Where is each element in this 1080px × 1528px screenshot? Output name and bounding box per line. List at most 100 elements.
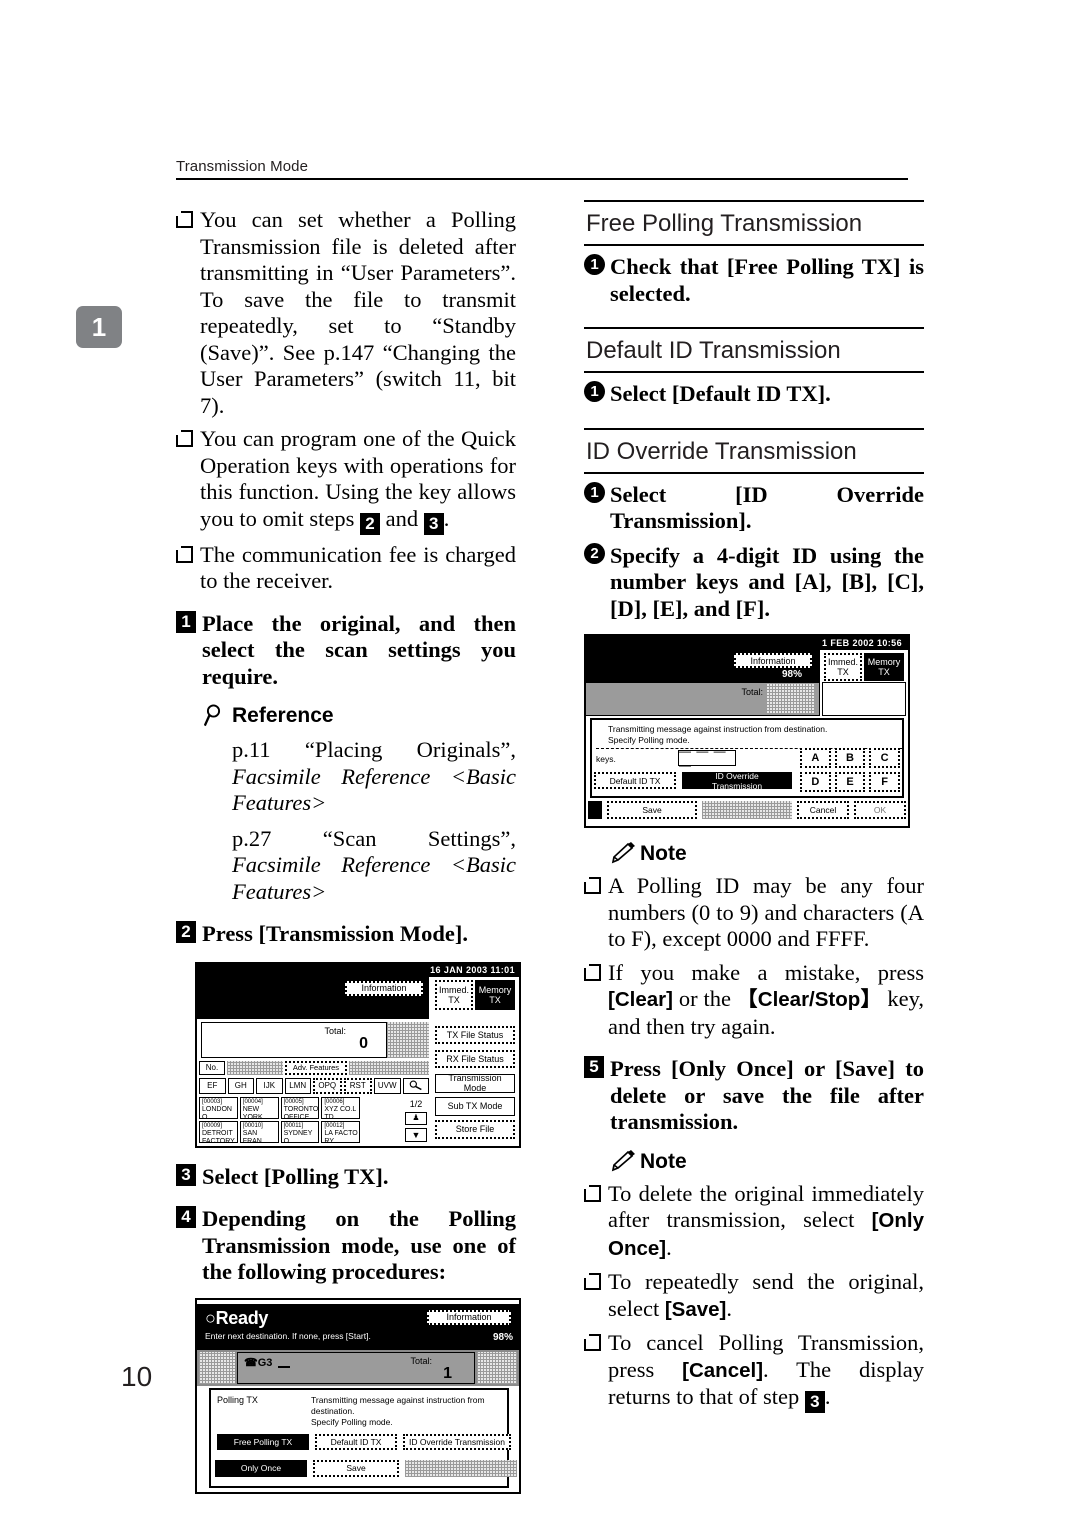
lcd3-hex-key-d[interactable]: D	[800, 772, 831, 792]
note-heading: Note	[610, 842, 924, 866]
reference-entry-italic: Facsimile Reference <Basic Features>	[232, 852, 516, 904]
lcd1-tx-file-status-button[interactable]: TX File Status	[435, 1025, 515, 1044]
key-cancel: [Cancel]	[682, 1358, 764, 1382]
procedure-step-3: 3 Select [Polling TX].	[176, 1163, 516, 1191]
lcd1-total-box: Total: 0	[201, 1021, 387, 1058]
lcd2-destination-box: ☎G3 Total: 1	[237, 1351, 475, 1384]
lcd1-page-indicator: 1/2	[409, 1098, 423, 1109]
bullet-square-icon	[583, 1184, 608, 1267]
lcd1-destination-grid: [00003]LONDON OFFICE [00004]NEW YORKOFFI…	[199, 1096, 401, 1143]
lcd1-alpha-key[interactable]: LMN	[284, 1077, 311, 1094]
lcd2-id-override-transmission-button[interactable]: ID Override Transmission	[403, 1433, 511, 1450]
lcd2-panel-message-line2: Specify Polling mode.	[311, 1416, 393, 1427]
section-rule-bottom	[584, 244, 924, 246]
lcd1-destination-cell[interactable]: [00006] XYZ CO.L TD	[321, 1096, 361, 1119]
lcd3-hex-key-f[interactable]: F	[869, 772, 900, 792]
lcd3-ok-button[interactable]: OK	[854, 801, 906, 819]
note-text-b: or the	[672, 986, 737, 1011]
lcd1-immed-tx-button[interactable]: Immed. TX	[435, 979, 473, 1010]
lcd1-alpha-key[interactable]: RST	[343, 1077, 372, 1094]
pencil-icon	[610, 1149, 640, 1174]
note-text-b: .	[666, 1234, 672, 1260]
bullet-text: The communication fee is charged to the …	[200, 541, 516, 594]
lcd1-person-button[interactable]: ♟	[405, 1111, 427, 1125]
substep-2: 2 Specify a 4-digit ID using the number …	[584, 542, 924, 623]
step-ref-2: 2	[360, 512, 381, 535]
lcd3-cancel-button[interactable]: Cancel	[797, 801, 849, 819]
substep-number-marker: 1	[584, 481, 610, 535]
lcd2-hatch-left	[199, 1351, 235, 1384]
lcd2-polling-panel: Polling TX Transmitting message against …	[209, 1387, 517, 1488]
lcd2-only-once-button[interactable]: Only Once	[215, 1459, 307, 1477]
section-title: Free Polling Transmission	[586, 210, 863, 237]
lcd3-id-input[interactable]: — — — —	[678, 744, 736, 772]
reference-entry: p.11 “Placing Originals”, Facsimile Refe…	[232, 737, 516, 817]
bullet-text: You can program one of the Quick Operati…	[200, 426, 516, 535]
lcd1-destination-cell[interactable]: [00010]SAN FRANCISCO	[239, 1120, 279, 1143]
reference-entry: p.27 “Scan Settings”, Facsimile Referenc…	[232, 826, 516, 906]
lcd2-zoom-pct: 98%	[492, 1331, 513, 1343]
left-column: You can set whether a Polling Transmissi…	[175, 200, 521, 1494]
lcd2-free-polling-tx-button[interactable]: Free Polling TX	[217, 1433, 309, 1450]
lcd2-save-button[interactable]: Save	[313, 1459, 399, 1477]
lcd1-store-file-button[interactable]: Store File	[435, 1119, 515, 1139]
lcd1-alpha-key[interactable]: EF	[199, 1077, 226, 1094]
lcd1-no-button[interactable]: No.	[199, 1060, 225, 1075]
lcd1-alpha-key[interactable]: UVW	[374, 1077, 401, 1094]
lcd2-ready-label: Ready	[215, 1307, 269, 1328]
substep-1: 1 Select [ID Override Transmission].	[584, 481, 924, 535]
lcd3-memory-tx-button[interactable]: Memory TX	[864, 653, 904, 681]
lcd3-hex-key-e[interactable]: E	[834, 772, 866, 792]
lcd1-alpha-key[interactable]: IJK	[256, 1077, 283, 1094]
procedure-step-5: 5 Press [Only Once] or [Save] to delete …	[584, 1056, 924, 1136]
lcd3-default-id-tx-button[interactable]: Default ID TX	[594, 772, 676, 789]
lcd1-rx-file-status-button[interactable]: RX File Status	[435, 1049, 515, 1068]
reference-entry-plain: p.27 “Scan Settings”,	[232, 825, 516, 851]
lcd3-panel-message: Transmitting message against instruction…	[608, 724, 888, 746]
step-text: Press [Only Once] or [Save] to delete or…	[610, 1056, 924, 1134]
lcd1-sub-tx-mode-button[interactable]: Sub TX Mode	[435, 1096, 515, 1116]
lcd2-status-text: ○Ready	[205, 1308, 268, 1329]
lcd2-default-id-tx-button[interactable]: Default ID TX	[315, 1433, 397, 1450]
lcd1-scroll-down-button[interactable]: ▼	[405, 1127, 427, 1142]
lcd-screenshot-id-override: 1 FEB 2002 10:56 Information 98% Immed. …	[584, 634, 910, 828]
lcd1-transmission-mode-button[interactable]: Transmission Mode	[435, 1073, 515, 1093]
lcd1-destination-id: [00006]	[324, 1098, 345, 1105]
section-rule-bottom	[584, 471, 924, 474]
lcd3-id-override-transmission-button[interactable]: ID Override Transmission	[682, 771, 792, 791]
lcd1-information-button[interactable]: Information	[345, 980, 423, 996]
lcd3-right-blank	[822, 682, 906, 716]
lcd1-destination-cell[interactable]: [00009] DETROIT FACTORY	[199, 1120, 238, 1143]
lcd1-search-button[interactable]	[403, 1077, 429, 1094]
lcd2-prompt: Enter next destination. If none, press […	[205, 1330, 371, 1341]
lcd1-destination-cell[interactable]: [00005] TORONTO OFFICE	[280, 1096, 320, 1119]
lcd1-destination-label: estination.	[201, 982, 243, 993]
lcd1-destination-line2: RY	[324, 1137, 334, 1143]
lcd1-alpha-key[interactable]: OPQ	[313, 1077, 342, 1094]
note-text-b: .	[726, 1295, 732, 1321]
step-number: 1	[176, 610, 196, 633]
lcd1-destination-cell[interactable]: [00003]LONDON OFFICE	[199, 1096, 238, 1119]
list-item: A Polling ID may be any four numbers (0 …	[583, 873, 924, 953]
lcd1-destination-cell[interactable]: [00004]NEW YORKOFFICE	[239, 1096, 279, 1119]
lcd1-destination-cell[interactable]: [00011]SYDNEY OFFICE	[280, 1120, 320, 1143]
reference-heading: Reference	[202, 704, 516, 728]
lcd1-destination-cell[interactable]: [00012] LA FACTO RY	[321, 1120, 361, 1143]
step-number-marker: 5	[584, 1056, 610, 1136]
lcd1-destination-line1: LA FACTO	[324, 1130, 358, 1137]
lcd1-hatch-area	[387, 1021, 429, 1058]
lcd1-alpha-key[interactable]: GH	[227, 1077, 254, 1094]
lcd3-save-button[interactable]: Save	[607, 801, 697, 819]
lcd3-immed-tx-button[interactable]: Immed. TX	[824, 653, 862, 681]
lcd3-hex-key-b[interactable]: B	[834, 748, 866, 768]
substep-text: Check that [Free Polling TX] is selected…	[610, 254, 924, 306]
lcd1-adv-features-button[interactable]: Adv. Features	[285, 1060, 347, 1075]
list-item: To repeatedly send the original, select …	[583, 1269, 924, 1323]
lcd1-memory-tx-button[interactable]: Memory TX	[475, 979, 515, 1010]
lcd3-hex-key-c[interactable]: C	[869, 748, 900, 768]
list-item: The communication fee is charged to the …	[175, 541, 516, 595]
lcd2-information-button[interactable]: Information	[427, 1309, 511, 1325]
lcd3-information-button[interactable]: Information	[734, 653, 812, 668]
lcd3-hex-key-a[interactable]: A	[800, 748, 831, 768]
lcd1-grid-spacer	[362, 1097, 401, 1119]
